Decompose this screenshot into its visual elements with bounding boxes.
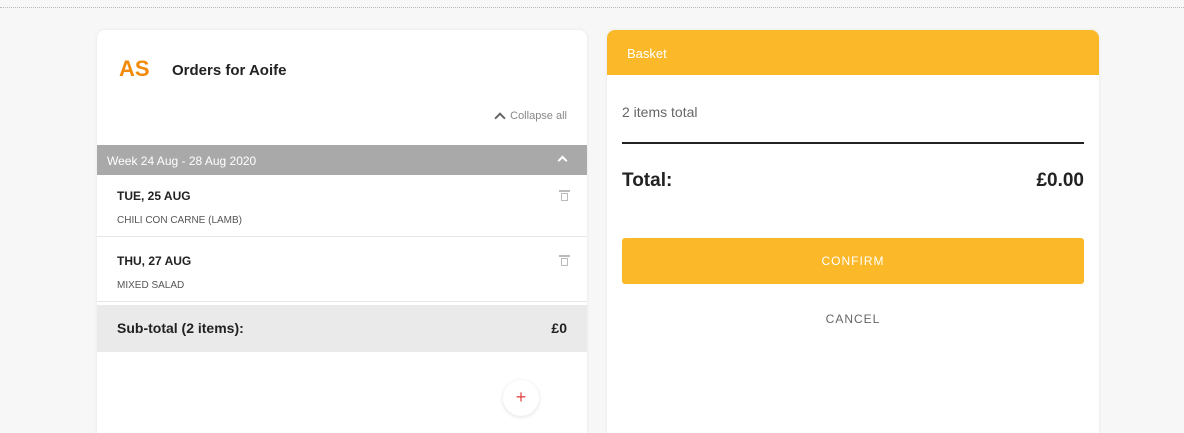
order-row: THU, 27 AUG MIXED SALAD: [97, 240, 587, 302]
collapse-all-label: Collapse all: [510, 110, 567, 122]
order-date: TUE, 25 AUG: [117, 189, 191, 203]
trash-icon[interactable]: [559, 255, 570, 266]
subtotal-label: Sub-total (2 items):: [117, 320, 244, 336]
order-item: CHILI CON CARNE (LAMB): [117, 215, 243, 226]
items-total: 2 items total: [622, 104, 698, 120]
week-header[interactable]: Week 24 Aug - 28 Aug 2020: [97, 145, 587, 175]
add-order-button[interactable]: +: [503, 380, 539, 416]
order-row: TUE, 25 AUG CHILI CON CARNE (LAMB): [97, 175, 587, 237]
subtotal-row: Sub-total (2 items): £0: [97, 305, 587, 352]
order-item: MIXED SALAD: [117, 280, 185, 291]
orders-title: Orders for Aoife: [172, 62, 287, 79]
week-label: Week 24 Aug - 28 Aug 2020: [107, 154, 257, 168]
subtotal-value: £0: [551, 320, 567, 336]
basket-panel: Basket 2 items total Total: £0.00 CONFIR…: [607, 30, 1099, 433]
orders-panel: AS Orders for Aoife Collapse all Week 24…: [97, 30, 587, 433]
plus-icon: +: [515, 387, 527, 407]
confirm-button[interactable]: CONFIRM: [622, 238, 1084, 284]
chevron-up-icon[interactable]: [557, 155, 568, 166]
basket-header: Basket: [607, 30, 1099, 75]
total-value: £0.00: [1036, 170, 1084, 191]
chevron-up-icon: [494, 112, 506, 124]
collapse-all-button[interactable]: Collapse all: [494, 110, 567, 124]
basket-divider: [622, 142, 1084, 144]
orders-header: AS Orders for Aoife: [97, 30, 587, 110]
order-date: THU, 27 AUG: [117, 254, 192, 268]
page: AS Orders for Aoife Collapse all Week 24…: [0, 0, 1184, 433]
trash-icon[interactable]: [559, 190, 570, 201]
total-label: Total:: [622, 170, 673, 191]
top-divider: [0, 7, 1184, 8]
basket-title: Basket: [627, 46, 667, 61]
user-initials: AS: [119, 56, 150, 81]
cancel-button[interactable]: CANCEL: [622, 307, 1084, 331]
